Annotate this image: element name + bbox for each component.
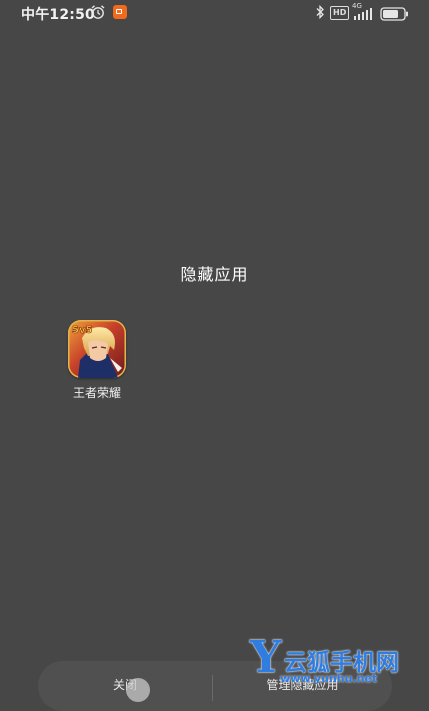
app-icon-badge: 5v5	[72, 325, 92, 336]
cell-signal-icon	[352, 6, 376, 25]
status-bar: 中午12:50 HD 4G	[0, 0, 429, 26]
status-time: 中午12:50	[21, 7, 95, 23]
watermark-logo-letter: Y	[250, 632, 282, 683]
bluetooth-icon	[315, 4, 325, 24]
page-title: 隐藏应用	[180, 265, 249, 284]
battery-icon	[380, 6, 410, 25]
hidden-app-item[interactable]: 5v5 王者荣耀	[62, 320, 132, 410]
notification-app-icon	[113, 5, 127, 19]
watermark: Y 云狐手机网 www.yunhu.net	[250, 632, 425, 700]
watermark-url: www.yunhu.net	[280, 672, 378, 685]
honor-of-kings-app-icon[interactable]: 5v5	[68, 320, 126, 378]
alarm-clock-icon	[90, 4, 106, 24]
app-label: 王者荣耀	[72, 386, 121, 400]
touch-indicator	[126, 678, 150, 702]
hd-voice-badge: HD	[330, 6, 350, 20]
